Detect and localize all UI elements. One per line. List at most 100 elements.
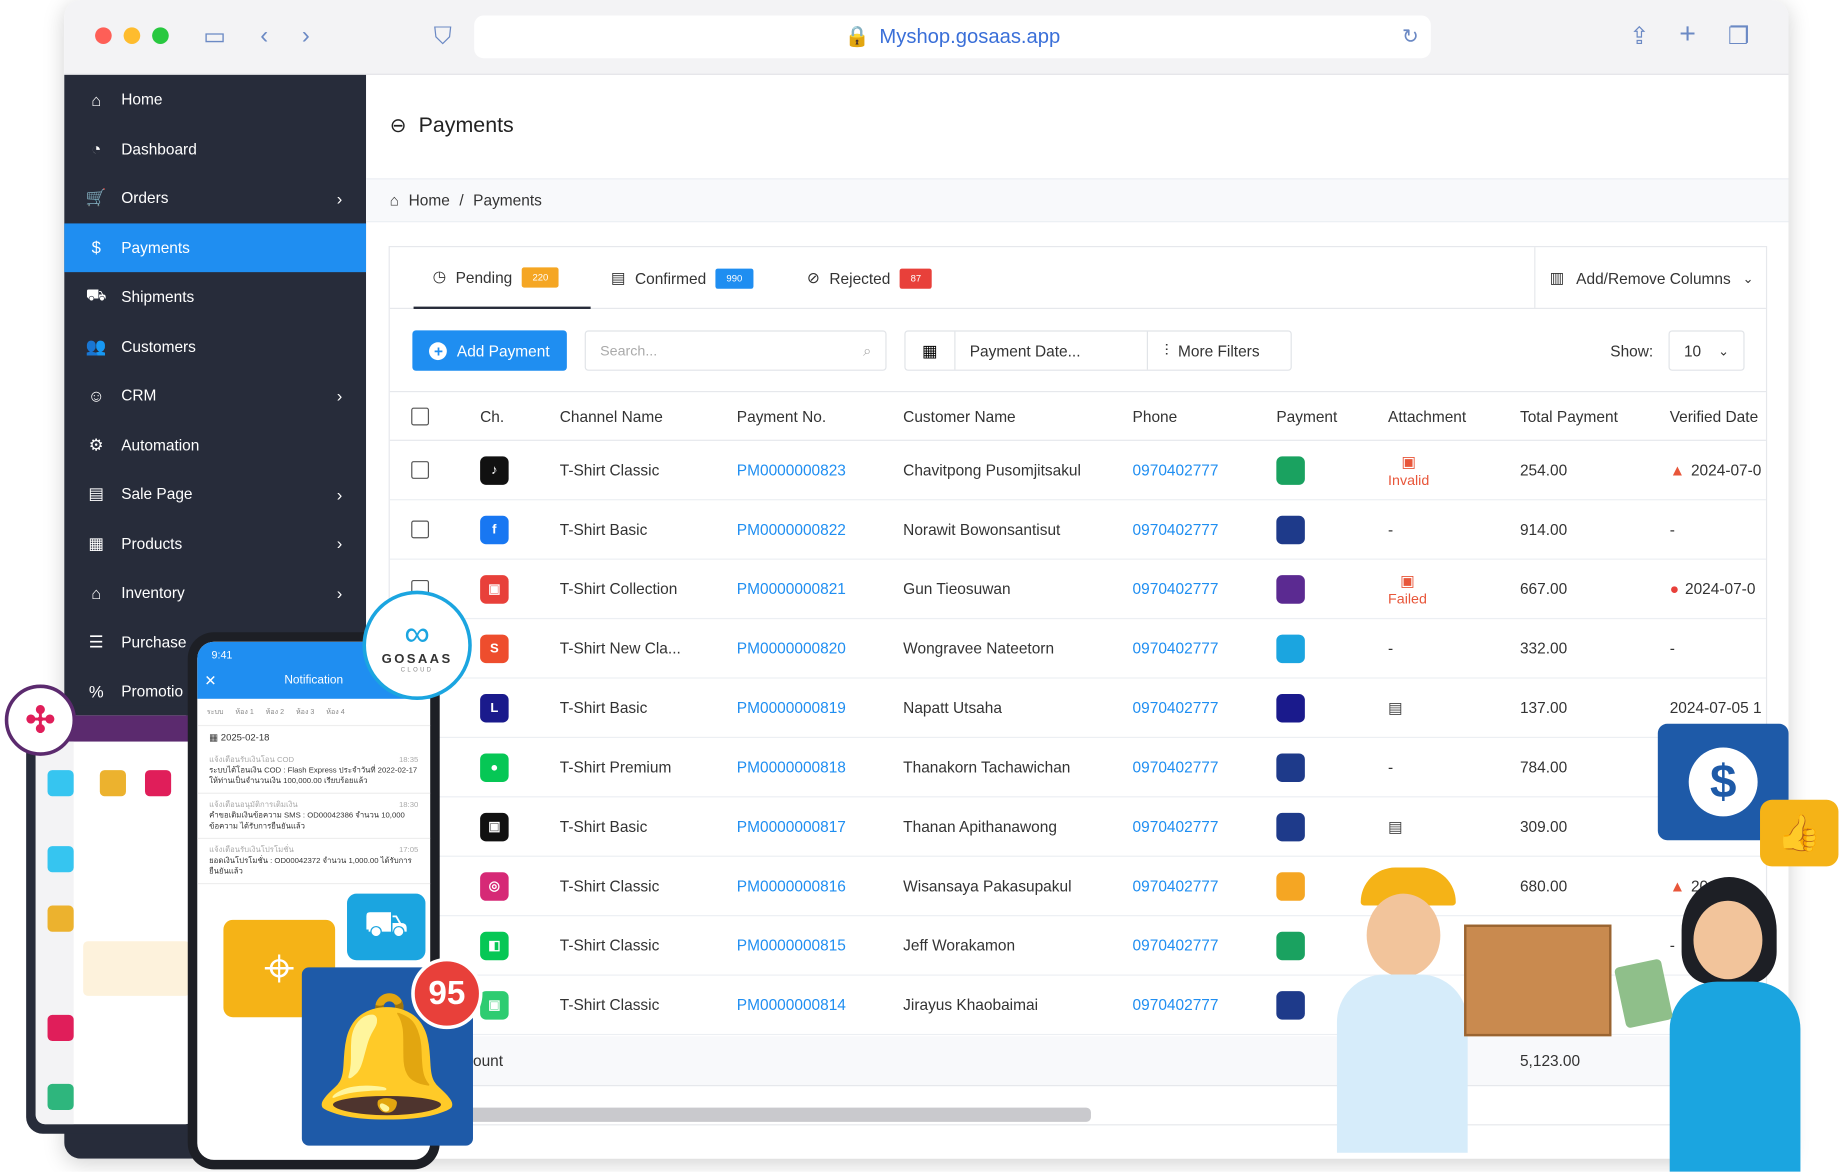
- table-row[interactable]: ▣ T-Shirt Basic PM0000000817 Thanan Apithan…: [389, 797, 1766, 857]
- shield-icon[interactable]: ⛉: [434, 25, 452, 49]
- search-input[interactable]: Search... ⌕: [584, 330, 887, 371]
- phone-link[interactable]: 0970402777: [1133, 619, 1219, 677]
- breadcrumb-home[interactable]: Home: [409, 191, 450, 209]
- row-checkbox[interactable]: [411, 461, 430, 479]
- column-header[interactable]: Channel Name: [560, 392, 663, 440]
- phone-link[interactable]: 0970402777: [1133, 976, 1219, 1034]
- column-header[interactable]: Payment No.: [737, 392, 826, 440]
- attachment-cell[interactable]: ▤: [1388, 679, 1403, 737]
- column-header[interactable]: Verified Date: [1670, 392, 1758, 440]
- phone-link[interactable]: 0970402777: [1133, 916, 1219, 974]
- sidebar-item-orders[interactable]: 🛒 Orders ›: [64, 174, 366, 223]
- column-header[interactable]: Customer Name: [903, 392, 1015, 440]
- page-size-select[interactable]: 10 ⌄: [1668, 330, 1745, 371]
- sidebar-item-automation[interactable]: ⚙ Automation: [64, 420, 366, 469]
- phone-link[interactable]: 0970402777: [1133, 738, 1219, 796]
- table-row[interactable]: ♪ T-Shirt Classic PM0000000823 Chavitpong P…: [389, 441, 1766, 501]
- phone-tab[interactable]: ห้อง 1: [235, 706, 253, 718]
- sidebar-item-customers[interactable]: 👥 Customers: [64, 321, 366, 370]
- sidebar-item-label: Payments: [121, 238, 190, 257]
- payment-method-cell: [1276, 916, 1305, 974]
- phone-tab[interactable]: ระบบ: [207, 706, 224, 718]
- select-all-checkbox[interactable]: [411, 407, 430, 425]
- payment-method-cell: [1276, 976, 1305, 1034]
- tabs-overview-icon[interactable]: ❐: [1728, 25, 1749, 49]
- phone-link[interactable]: 0970402777: [1133, 441, 1219, 499]
- payment-method-cell: [1276, 500, 1305, 558]
- sidebar-item-shipments[interactable]: ⛟ Shipments: [64, 272, 366, 321]
- sidebar-item-home[interactable]: ⌂ Home: [64, 75, 366, 124]
- phone-link[interactable]: 0970402777: [1133, 500, 1219, 558]
- sidebar-item-label: Purchase: [121, 633, 187, 651]
- sidebar-item-crm[interactable]: ☺ CRM ›: [64, 371, 366, 420]
- add-payment-button[interactable]: + Add Payment: [412, 330, 567, 371]
- payment-no-link[interactable]: PM0000000817: [737, 797, 846, 855]
- attachment-cell[interactable]: ▣ Failed: [1388, 560, 1427, 618]
- breadcrumb: ⌂ Home / Payments: [366, 178, 1789, 223]
- sidebar-toggle-icon[interactable]: ▭: [203, 25, 225, 49]
- calendar-icon[interactable]: ▦: [906, 331, 956, 370]
- phone-tab[interactable]: ห้อง 2: [266, 706, 284, 718]
- table-row[interactable]: ● T-Shirt Premium PM0000000818 Thanakorn Ta…: [389, 738, 1766, 798]
- tab-rejected[interactable]: ⊘ Rejected 87: [788, 247, 953, 309]
- customer-face: [1693, 900, 1763, 980]
- payment-no-link[interactable]: PM0000000818: [737, 738, 846, 796]
- phone-tab[interactable]: ห้อง 3: [296, 706, 314, 718]
- table-row[interactable]: L T-Shirt Basic PM0000000819 Napatt Utsaha 0…: [389, 679, 1766, 738]
- column-header[interactable]: Ch.: [480, 392, 504, 440]
- payment-no-link[interactable]: PM0000000815: [737, 916, 846, 974]
- minimize-dot-icon[interactable]: [123, 27, 141, 44]
- payment-no-link[interactable]: PM0000000822: [737, 500, 846, 558]
- phone-link[interactable]: 0970402777: [1133, 797, 1219, 855]
- payment-no-link[interactable]: PM0000000821: [737, 560, 846, 618]
- table-row[interactable]: ▣ T-Shirt Collection PM0000000821 Gun Tieos…: [389, 560, 1766, 620]
- line-shop-icon: ◧: [480, 931, 509, 960]
- attachment-cell[interactable]: ▣ Invalid: [1388, 441, 1429, 499]
- close-dot-icon[interactable]: [95, 27, 112, 44]
- column-header[interactable]: Phone: [1133, 392, 1178, 440]
- address-bar[interactable]: 🔒 Myshop.gosaas.app ↻: [474, 15, 1431, 59]
- column-header[interactable]: Payment: [1276, 392, 1337, 440]
- select-all-cell[interactable]: [411, 392, 430, 440]
- table-row[interactable]: S T-Shirt New Cla... PM0000000820 Wongravee…: [389, 619, 1766, 679]
- column-header[interactable]: Total Payment: [1520, 392, 1618, 440]
- phone-link[interactable]: 0970402777: [1133, 679, 1219, 737]
- verified-date-cell: ● 2024-07-0: [1670, 560, 1756, 618]
- sidebar-item-sale-page[interactable]: ▤ Sale Page ›: [64, 469, 366, 518]
- reload-icon[interactable]: ↻: [1402, 25, 1419, 49]
- add-remove-columns-button[interactable]: ▥ Add/Remove Columns ⌄: [1534, 247, 1766, 309]
- notification-item[interactable]: แจ้งเตือนอนุมัติการเติมเงิน 18:30 คำขอเติม…: [197, 794, 431, 840]
- attachment-cell[interactable]: ▤: [1388, 797, 1403, 855]
- phone-link[interactable]: 0970402777: [1133, 857, 1219, 915]
- phone-tab[interactable]: ห้อง 4: [326, 706, 344, 718]
- sidebar-item-inventory[interactable]: ⌂ Inventory ›: [64, 568, 366, 617]
- notification-item[interactable]: แจ้งเตือนรับเงินโอน COD 18:35 ระบบได้โอนเง…: [197, 749, 431, 794]
- payment-no-link[interactable]: PM0000000823: [737, 441, 846, 499]
- payment-no-link[interactable]: PM0000000820: [737, 619, 846, 677]
- back-icon[interactable]: ‹: [260, 24, 268, 48]
- payment-no-link[interactable]: PM0000000814: [737, 976, 846, 1034]
- phone-link[interactable]: 0970402777: [1133, 560, 1219, 618]
- new-tab-icon[interactable]: +: [1679, 20, 1696, 49]
- back-circle-icon[interactable]: ⊖: [390, 113, 407, 137]
- table-row[interactable]: f T-Shirt Basic PM0000000822 Norawit Bowons…: [389, 500, 1766, 560]
- row-checkbox[interactable]: [411, 520, 430, 539]
- payment-no-link[interactable]: PM0000000816: [737, 857, 846, 915]
- share-icon[interactable]: ⇪: [1629, 25, 1649, 49]
- sidebar-item-payments[interactable]: $ Payments: [64, 222, 367, 273]
- column-header[interactable]: Attachment: [1388, 392, 1466, 440]
- payment-no-link[interactable]: PM0000000819: [737, 679, 846, 737]
- row-select-cell[interactable]: [411, 500, 430, 558]
- more-filters-button[interactable]: ⫶ More Filters: [1148, 332, 1291, 370]
- users-icon: 👥: [85, 336, 107, 356]
- notification-item[interactable]: แจ้งเตือนรับเงินโปรโมชั่น 17:05 ยอดเงินโปร…: [197, 839, 431, 885]
- horizontal-scrollbar[interactable]: [461, 1107, 1091, 1122]
- tab-pending[interactable]: ◷ Pending 220: [413, 247, 591, 309]
- payment-date-input[interactable]: Payment Date...: [955, 331, 1148, 370]
- row-select-cell[interactable]: [411, 441, 430, 499]
- maximize-dot-icon[interactable]: [152, 27, 169, 44]
- sidebar-item-dashboard[interactable]: ◔ Dashboard: [64, 124, 366, 173]
- forward-icon[interactable]: ›: [302, 24, 310, 48]
- tab-confirmed[interactable]: ▤ Confirmed 990: [592, 247, 775, 309]
- sidebar-item-products[interactable]: ▦ Products ›: [64, 519, 366, 568]
